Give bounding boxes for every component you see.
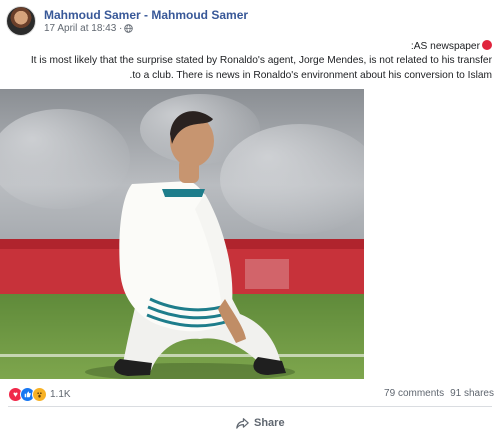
author-name[interactable]: Mahmoud Samer - Mahmoud Samer bbox=[44, 8, 248, 22]
post-text-source: :AS newspaper bbox=[410, 41, 480, 52]
timestamp[interactable]: 17 April at 18:43 · bbox=[44, 22, 122, 35]
shares-count[interactable]: 91 shares bbox=[450, 388, 494, 399]
share-arrow-icon bbox=[236, 417, 249, 429]
engagement-counts: 79 comments 91 shares bbox=[384, 387, 494, 401]
post-photo[interactable] bbox=[0, 89, 364, 379]
red-circle-icon bbox=[482, 40, 492, 50]
avatar[interactable] bbox=[6, 6, 36, 36]
post-meta: Mahmoud Samer - Mahmoud Samer 17 April a… bbox=[44, 8, 248, 35]
share-label: Share bbox=[254, 417, 285, 429]
wow-reaction-icon bbox=[32, 387, 47, 402]
timestamp-row: 17 April at 18:43 · bbox=[44, 22, 248, 35]
reactions-summary[interactable]: ♥ 1.1K bbox=[8, 387, 71, 402]
share-button[interactable]: Share bbox=[236, 412, 285, 434]
post-header: Mahmoud Samer - Mahmoud Samer 17 April a… bbox=[6, 6, 248, 36]
post-text-line: It is most likely that the surprise stat… bbox=[30, 55, 492, 67]
post-text: :AS newspaper It is most likely that the… bbox=[8, 40, 492, 83]
reactions-count: 1.1K bbox=[50, 389, 71, 400]
globe-icon bbox=[124, 23, 134, 33]
post-text-line: .to a club. There is news in Ronaldo's e… bbox=[129, 69, 492, 81]
divider bbox=[8, 406, 492, 407]
photo-illustration bbox=[0, 89, 364, 379]
comments-count[interactable]: 79 comments bbox=[384, 388, 444, 399]
post-text-line: :AS newspaper bbox=[8, 40, 492, 54]
